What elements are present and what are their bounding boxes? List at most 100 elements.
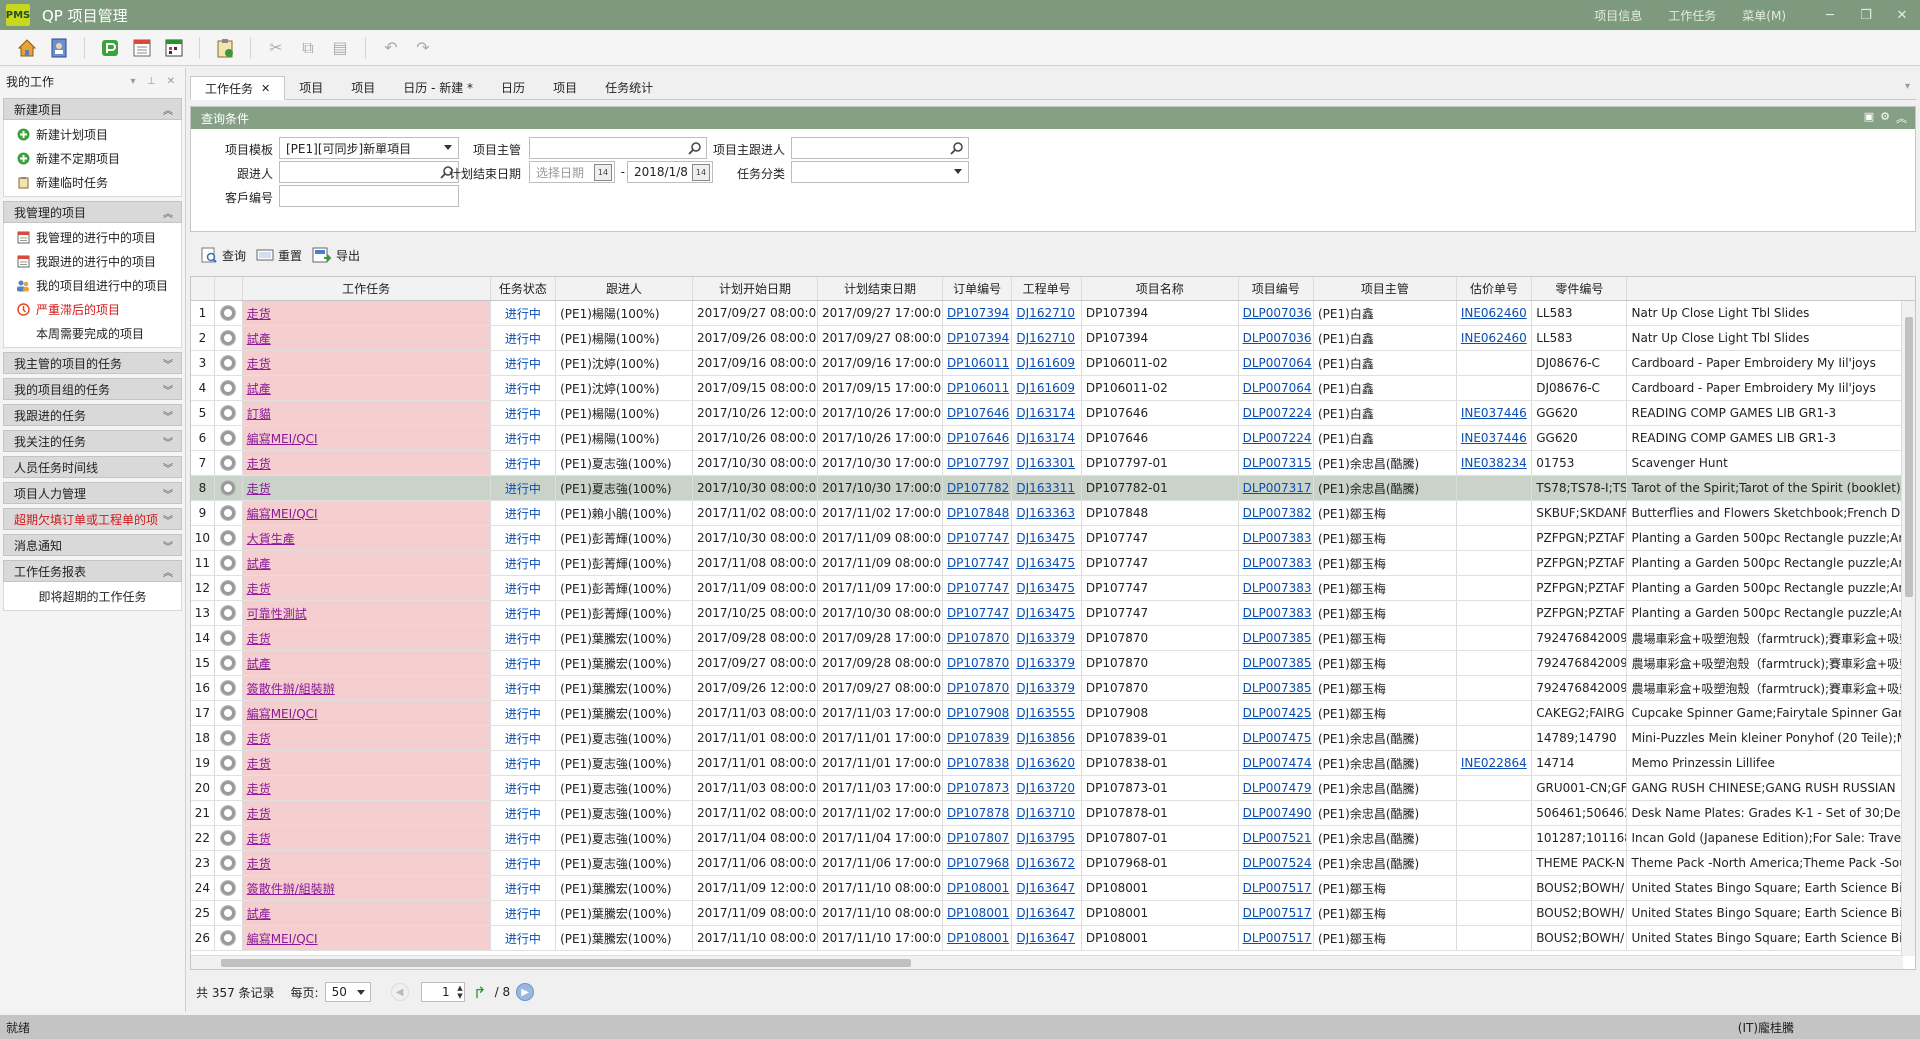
- column-header[interactable]: 计划开始日期: [693, 277, 818, 300]
- order-link[interactable]: DP107848: [947, 506, 1009, 520]
- gear-icon[interactable]: [221, 906, 236, 920]
- order-link[interactable]: DP107870: [947, 631, 1009, 645]
- status-link[interactable]: 进行中: [505, 755, 541, 772]
- table-row[interactable]: 6 編寫MEI/QCI 进行中 (PE1)楊陽(100%) 2017/10/26 08:…: [191, 426, 1915, 451]
- table-row[interactable]: 20 走货 进行中 (PE1)夏志強(100%) 2017/11/03 08:00:00…: [191, 776, 1915, 801]
- reset-button[interactable]: 重置: [256, 246, 302, 264]
- engineering-link[interactable]: DJ163379: [1016, 631, 1075, 645]
- manager-input[interactable]: [529, 137, 707, 159]
- engineering-link[interactable]: DJ163174: [1016, 431, 1075, 445]
- redo-icon[interactable]: ↷: [410, 35, 436, 61]
- engineering-link[interactable]: DJ163620: [1016, 756, 1075, 770]
- order-link[interactable]: DP107873: [947, 781, 1009, 795]
- table-row[interactable]: 18 走货 进行中 (PE1)夏志強(100%) 2017/11/01 08:00:00…: [191, 726, 1915, 751]
- save-layout-icon[interactable]: ▣: [1864, 110, 1874, 126]
- project-no-link[interactable]: DLP007479: [1243, 781, 1312, 795]
- date-from-input[interactable]: 选择日期 14: [529, 161, 615, 183]
- engineering-link[interactable]: DJ163475: [1016, 606, 1075, 620]
- status-link[interactable]: 进行中: [505, 780, 541, 797]
- order-link[interactable]: DP107747: [947, 556, 1009, 570]
- gear-icon[interactable]: [221, 706, 236, 720]
- chevron-down-icon[interactable]: ︾: [163, 486, 173, 501]
- task-link[interactable]: 大貨生產: [247, 530, 295, 547]
- table-row[interactable]: 23 走货 进行中 (PE1)夏志強(100%) 2017/11/06 08:00:00…: [191, 851, 1915, 876]
- status-link[interactable]: 进行中: [505, 630, 541, 647]
- gear-icon[interactable]: [221, 431, 236, 445]
- page-input[interactable]: 1 ▲ ▼: [420, 982, 465, 1002]
- task-link[interactable]: 簽散件辦/組裝辦: [247, 880, 335, 897]
- sidebar-section-header[interactable]: 人员任务时间线 ︾: [3, 456, 182, 478]
- table-row[interactable]: 10 大貨生產 进行中 (PE1)彭菁輝(100%) 2017/10/30 08:00:…: [191, 526, 1915, 551]
- engineering-link[interactable]: DJ163647: [1016, 931, 1075, 945]
- gear-icon[interactable]: [221, 856, 236, 870]
- table-row[interactable]: 13 可靠性測試 进行中 (PE1)彭菁輝(100%) 2017/10/25 08:00…: [191, 601, 1915, 626]
- gear-icon[interactable]: [221, 506, 236, 520]
- task-link[interactable]: 走货: [247, 755, 271, 772]
- gear-icon[interactable]: [221, 306, 236, 320]
- table-row[interactable]: 4 試產 进行中 (PE1)沈婷(100%) 2017/09/15 08:00:00 20…: [191, 376, 1915, 401]
- sidebar-section-header[interactable]: 我主管的项目的任务 ︾: [3, 352, 182, 374]
- table-row[interactable]: 7 走货 进行中 (PE1)夏志強(100%) 2017/10/30 08:00:00 2…: [191, 451, 1915, 476]
- task-link[interactable]: 走货: [247, 455, 271, 472]
- sidebar-item[interactable]: 即将超期的工作任务: [4, 584, 181, 608]
- project-no-link[interactable]: DLP007036: [1243, 331, 1312, 345]
- gear-icon[interactable]: [221, 681, 236, 695]
- task-link[interactable]: 走货: [247, 480, 271, 497]
- project-no-link[interactable]: DLP007224: [1243, 406, 1312, 420]
- task-link[interactable]: 訂貓: [247, 405, 271, 422]
- vertical-scrollbar[interactable]: [1901, 301, 1915, 956]
- status-link[interactable]: 进行中: [505, 930, 541, 947]
- tab[interactable]: 项目: [337, 75, 389, 99]
- gear-icon[interactable]: [221, 531, 236, 545]
- table-row[interactable]: 22 走货 进行中 (PE1)夏志強(100%) 2017/11/04 08:00:00…: [191, 826, 1915, 851]
- prev-page-icon[interactable]: ◀: [390, 983, 409, 1001]
- gear-icon[interactable]: [221, 581, 236, 595]
- gear-icon[interactable]: [221, 381, 236, 395]
- task-link[interactable]: 編寫MEI/QCI: [247, 930, 318, 947]
- close-tab-icon[interactable]: ✕: [261, 82, 270, 95]
- project-no-link[interactable]: DLP007383: [1243, 581, 1312, 595]
- table-row[interactable]: 3 走货 进行中 (PE1)沈婷(100%) 2017/09/16 08:00:00 20…: [191, 351, 1915, 376]
- category-select[interactable]: [791, 161, 969, 183]
- gear-icon[interactable]: [221, 931, 236, 945]
- table-row[interactable]: 8 走货 进行中 (PE1)夏志強(100%) 2017/10/30 08:00:00 2…: [191, 476, 1915, 501]
- sidebar-item[interactable]: 本周需要完成的项目: [4, 321, 181, 345]
- order-link[interactable]: DP107747: [947, 606, 1009, 620]
- status-link[interactable]: 进行中: [505, 855, 541, 872]
- engineering-link[interactable]: DJ163720: [1016, 781, 1075, 795]
- gear-icon[interactable]: [221, 806, 236, 820]
- engineering-link[interactable]: DJ163311: [1016, 481, 1075, 495]
- clipboard-icon[interactable]: [212, 35, 238, 61]
- project-no-link[interactable]: DLP007317: [1243, 481, 1312, 495]
- project-no-link[interactable]: DLP007425: [1243, 706, 1312, 720]
- sidebar-section-header[interactable]: 工作任务报表 ︽: [3, 560, 182, 582]
- chevron-down-icon[interactable]: ︾: [163, 382, 173, 397]
- task-list-icon[interactable]: [129, 35, 155, 61]
- export-button[interactable]: 导出: [312, 246, 360, 264]
- status-link[interactable]: 进行中: [505, 355, 541, 372]
- order-link[interactable]: DP107908: [947, 706, 1009, 720]
- undo-icon[interactable]: ↶: [378, 35, 404, 61]
- task-link[interactable]: 走货: [247, 805, 271, 822]
- chevron-down-icon[interactable]: ︾: [163, 356, 173, 371]
- project-no-link[interactable]: DLP007064: [1243, 381, 1312, 395]
- project-no-link[interactable]: DLP007474: [1243, 756, 1312, 770]
- go-page-icon[interactable]: ↱: [471, 983, 489, 1002]
- task-link[interactable]: 試產: [247, 330, 271, 347]
- column-header[interactable]: 工程单号: [1012, 277, 1082, 300]
- tab[interactable]: 日历 - 新建 *: [389, 75, 487, 99]
- table-row[interactable]: 19 走货 进行中 (PE1)夏志強(100%) 2017/11/01 08:00:00…: [191, 751, 1915, 776]
- spinner-icon[interactable]: ▲ ▼: [457, 984, 462, 1000]
- sidebar-item[interactable]: 新建计划项目: [4, 122, 181, 146]
- status-link[interactable]: 进行中: [505, 705, 541, 722]
- next-page-icon[interactable]: ▶: [516, 983, 535, 1001]
- task-link[interactable]: 編寫MEI/QCI: [247, 505, 318, 522]
- project-no-link[interactable]: DLP007383: [1243, 531, 1312, 545]
- table-row[interactable]: 14 走货 进行中 (PE1)葉騰宏(100%) 2017/09/28 08:00:00…: [191, 626, 1915, 651]
- engineering-link[interactable]: DJ163672: [1016, 856, 1075, 870]
- order-link[interactable]: DP108001: [947, 881, 1009, 895]
- engineering-link[interactable]: DJ163363: [1016, 506, 1075, 520]
- status-link[interactable]: 进行中: [505, 680, 541, 697]
- table-row[interactable]: 5 訂貓 进行中 (PE1)楊陽(100%) 2017/10/26 12:00:00 20…: [191, 401, 1915, 426]
- gear-icon[interactable]: [221, 781, 236, 795]
